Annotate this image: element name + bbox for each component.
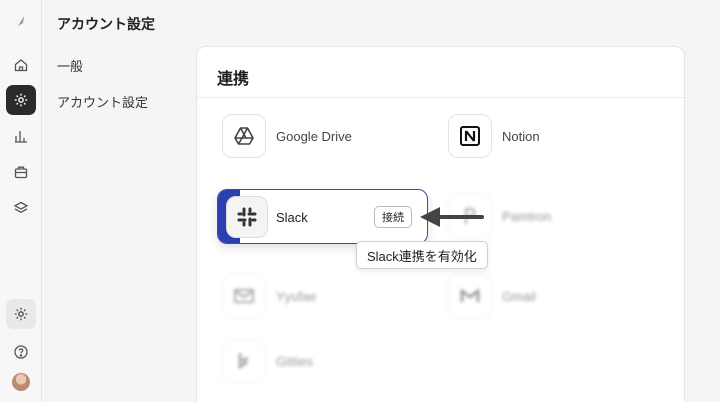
settings-bottom-icon[interactable] <box>6 299 36 329</box>
notion-icon <box>448 114 492 158</box>
connect-button[interactable]: 接続 <box>374 206 412 228</box>
integration-name: Yyufae <box>276 288 317 304</box>
divider <box>197 97 684 98</box>
integration-gitties[interactable]: Gitties <box>222 339 313 383</box>
nav-title: アカウント設定 <box>57 16 155 32</box>
integration-name: Slack <box>276 210 308 225</box>
gmail-icon <box>448 274 492 318</box>
integration-name: Google Drive <box>276 128 352 144</box>
integration-yyufae[interactable]: Yyufae <box>222 274 316 318</box>
card-title: 連携 <box>217 71 250 88</box>
nav-item-general[interactable]: 一般 <box>57 56 83 75</box>
slack-icon <box>226 196 268 238</box>
icon-rail <box>0 0 42 402</box>
settings-icon[interactable] <box>6 85 36 115</box>
mail-icon <box>222 274 266 318</box>
google-drive-icon <box>222 114 266 158</box>
integration-name: Notion <box>502 128 540 144</box>
bing-icon <box>222 339 266 383</box>
integration-name: Pamtron <box>502 208 552 224</box>
layers-icon[interactable] <box>6 193 36 223</box>
avatar[interactable] <box>12 373 30 391</box>
integration-name: Gmail <box>502 288 536 304</box>
integration-google-drive[interactable]: Google Drive <box>222 114 352 158</box>
integration-slack[interactable]: Slack 接続 <box>217 189 428 244</box>
integration-name: Gitties <box>276 353 313 369</box>
briefcase-icon[interactable] <box>6 157 36 187</box>
integration-gmail[interactable]: Gmail <box>448 274 536 318</box>
help-icon[interactable] <box>6 337 36 367</box>
chart-icon[interactable] <box>6 121 36 151</box>
pointer-arrow-icon <box>420 207 484 227</box>
settings-nav: アカウント設定 一般 アカウント設定 <box>43 0 193 402</box>
home-icon[interactable] <box>6 50 36 80</box>
logo-icon <box>6 6 36 36</box>
integration-notion[interactable]: Notion <box>448 114 540 158</box>
nav-item-account-settings[interactable]: アカウント設定 <box>57 92 148 111</box>
tooltip: Slack連携を有効化 <box>356 241 488 269</box>
